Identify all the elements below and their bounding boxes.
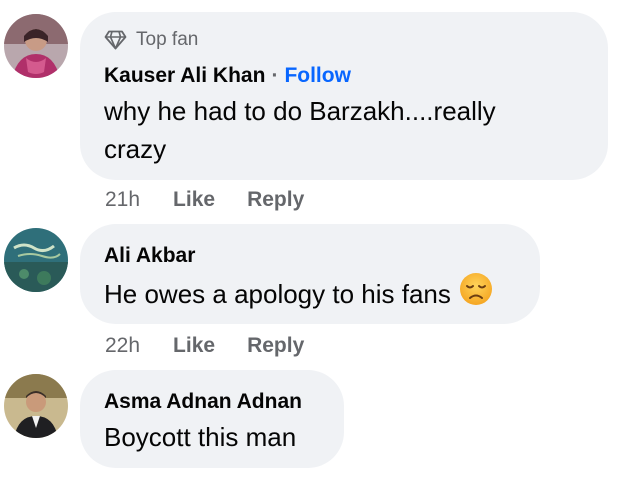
author-name[interactable]: Ali Akbar: [104, 244, 195, 268]
like-button[interactable]: Like: [173, 334, 215, 358]
comment-text: Boycott this man: [104, 418, 296, 456]
separator-dot: ·: [271, 64, 279, 87]
comment-bubble: Asma Adnan Adnan Boycott this man: [80, 370, 344, 468]
author-name[interactable]: Asma Adnan Adnan: [104, 390, 302, 414]
author-row: Asma Adnan Adnan: [104, 390, 302, 414]
avatar[interactable]: [4, 14, 68, 78]
badge-label: Top fan: [136, 29, 199, 50]
author-row: Kauser Ali Khan · Follow: [104, 64, 351, 88]
timestamp[interactable]: 22h: [105, 334, 140, 358]
reply-button[interactable]: Reply: [247, 188, 304, 212]
disappointed-face-icon: [459, 272, 493, 316]
avatar-photo: [4, 14, 68, 78]
comment-text: why he had to do Barzakh....really crazy: [104, 92, 496, 168]
timestamp[interactable]: 21h: [105, 188, 140, 212]
comment-text: He owes a apology to his fans: [104, 272, 493, 318]
reply-button[interactable]: Reply: [247, 334, 304, 358]
comment-actions: 22h Like Reply: [105, 331, 336, 361]
comment-bubble: Ali Akbar He owes a apology to his fans: [80, 224, 540, 324]
comment-thread: Top fan Kauser Ali Khan · Follow why he …: [0, 0, 622, 481]
avatar-photo: [4, 374, 68, 438]
comment-text-line: why he had to do Barzakh....really: [104, 96, 496, 126]
comment-bubble: Top fan Kauser Ali Khan · Follow why he …: [80, 12, 608, 180]
author-name[interactable]: Kauser Ali Khan: [104, 64, 265, 88]
comment-text-line: Boycott this man: [104, 422, 297, 452]
diamond-icon: [104, 30, 127, 50]
follow-button[interactable]: Follow: [284, 64, 351, 88]
top-fan-badge[interactable]: Top fan: [104, 28, 198, 52]
avatar[interactable]: [4, 374, 68, 438]
comment-actions: 21h Like Reply: [105, 185, 336, 215]
author-row: Ali Akbar: [104, 244, 195, 268]
avatar-photo: [4, 228, 68, 292]
comment-text-line: crazy: [104, 134, 167, 164]
comment-text-line: He owes a apology to his fans: [104, 278, 451, 309]
like-button[interactable]: Like: [173, 188, 215, 212]
avatar[interactable]: [4, 228, 68, 292]
